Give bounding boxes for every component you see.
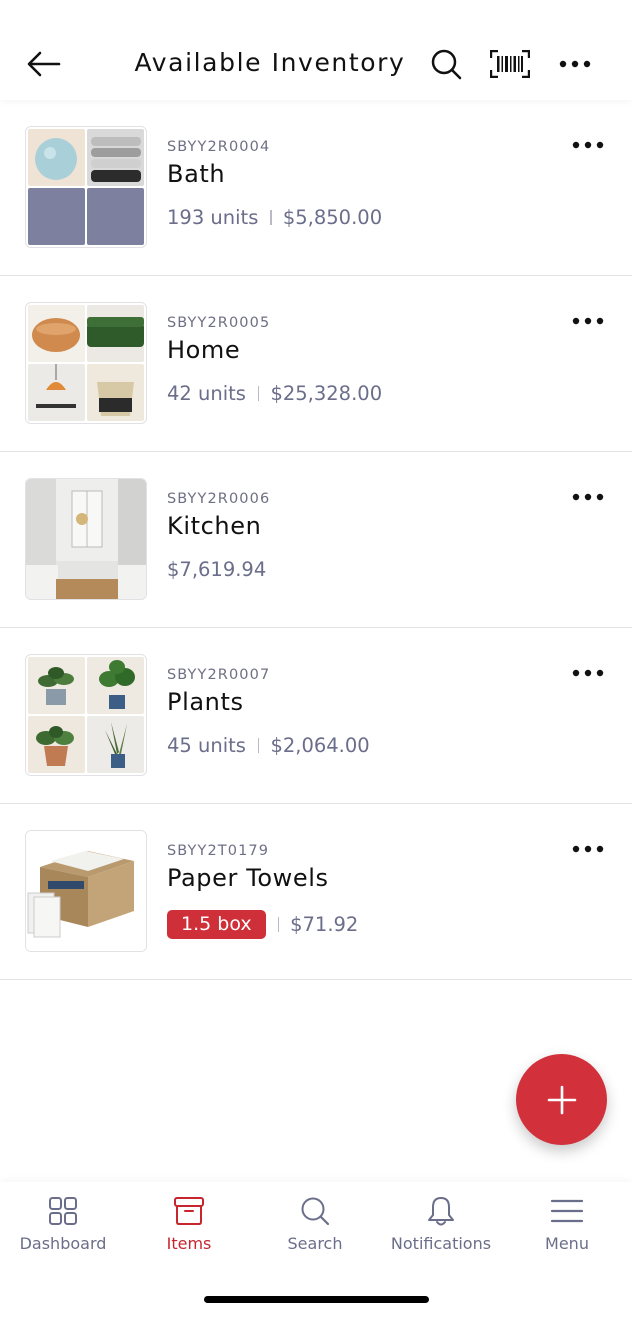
tab-search[interactable]: Search	[252, 1182, 378, 1262]
item-sku: SBYY2R0005	[167, 315, 271, 331]
item-meta: 42 units $25,328.00	[167, 382, 382, 405]
header-more-button[interactable]	[555, 44, 595, 84]
item-units: 45 units	[167, 734, 246, 757]
divider	[257, 386, 260, 401]
plus-icon	[547, 1085, 576, 1114]
item-units: 42 units	[167, 382, 246, 405]
add-item-button[interactable]	[516, 1054, 607, 1145]
tab-dashboard[interactable]: Dashboard	[0, 1182, 126, 1262]
item-more-button[interactable]	[566, 658, 610, 688]
tab-label: Dashboard	[19, 1234, 107, 1253]
item-sku: SBYY2R0006	[167, 491, 271, 507]
item-name: Paper Towels	[167, 864, 329, 892]
barcode-scan-button[interactable]	[488, 44, 532, 84]
list-item[interactable]: SBYY2R0004 Bath 193 units $5,850.00	[0, 100, 632, 276]
item-meta: $7,619.94	[167, 558, 266, 581]
more-horizontal-icon	[572, 669, 604, 677]
tab-label: Items	[166, 1234, 212, 1253]
tab-menu[interactable]: Menu	[504, 1182, 630, 1262]
hamburger-menu-icon	[550, 1199, 584, 1223]
item-thumbnail	[25, 478, 147, 600]
item-sku: SBYY2T0179	[167, 843, 270, 859]
box-icon	[174, 1197, 204, 1225]
home-indicator	[204, 1296, 429, 1303]
item-price: $25,328.00	[270, 382, 383, 405]
list-item[interactable]: SBYY2R0007 Plants 45 units $2,064.00	[0, 628, 632, 804]
item-meta: 193 units $5,850.00	[167, 206, 382, 229]
tab-label: Menu	[545, 1234, 589, 1253]
divider	[270, 210, 272, 225]
item-price: $2,064.00	[270, 734, 370, 757]
search-icon	[301, 1197, 330, 1226]
item-more-button[interactable]	[566, 834, 610, 864]
divider	[277, 917, 280, 932]
divider	[257, 738, 260, 753]
item-name: Home	[167, 336, 241, 364]
item-thumbnail	[25, 830, 147, 952]
app-header: Available Inventory	[0, 0, 632, 100]
item-more-button[interactable]	[566, 482, 610, 512]
list-item[interactable]: SBYY2R0006 Kitchen $7,619.94	[0, 452, 632, 628]
more-horizontal-icon	[572, 317, 604, 325]
dashboard-grid-icon	[49, 1197, 77, 1225]
barcode-scan-icon	[490, 50, 530, 78]
item-name: Bath	[167, 160, 226, 188]
tab-label: Notifications	[390, 1234, 492, 1253]
item-price: $7,619.94	[167, 558, 267, 581]
bottom-tab-bar: Dashboard Items Search Notifications Men…	[0, 1182, 632, 1318]
item-more-button[interactable]	[566, 130, 610, 160]
more-horizontal-icon	[559, 60, 591, 68]
more-horizontal-icon	[572, 141, 604, 149]
header-search-button[interactable]	[426, 44, 466, 84]
bell-icon	[428, 1197, 454, 1226]
item-sku: SBYY2R0004	[167, 139, 271, 155]
tab-items[interactable]: Items	[126, 1182, 252, 1262]
quantity-badge: 1.5 box	[167, 910, 266, 939]
tab-notifications[interactable]: Notifications	[378, 1182, 504, 1262]
item-name: Plants	[167, 688, 244, 716]
item-thumbnail	[25, 302, 147, 424]
tab-label: Search	[287, 1234, 343, 1253]
item-name: Kitchen	[167, 512, 262, 540]
item-more-button[interactable]	[566, 306, 610, 336]
inventory-list: SBYY2R0004 Bath 193 units $5,850.00 SBYY…	[0, 100, 632, 980]
more-horizontal-icon	[572, 845, 604, 853]
item-meta: 45 units $2,064.00	[167, 734, 370, 757]
item-meta: 1.5 box $71.92	[167, 910, 358, 939]
item-units: 193 units	[167, 206, 259, 229]
list-item[interactable]: SBYY2T0179 Paper Towels 1.5 box $71.92	[0, 804, 632, 980]
list-item[interactable]: SBYY2R0005 Home 42 units $25,328.00	[0, 276, 632, 452]
item-price: $71.92	[290, 913, 359, 936]
item-thumbnail	[25, 654, 147, 776]
item-price: $5,850.00	[282, 206, 383, 229]
more-horizontal-icon	[572, 493, 604, 501]
item-thumbnail	[25, 126, 147, 248]
search-icon	[431, 49, 462, 80]
item-sku: SBYY2R0007	[167, 667, 271, 683]
